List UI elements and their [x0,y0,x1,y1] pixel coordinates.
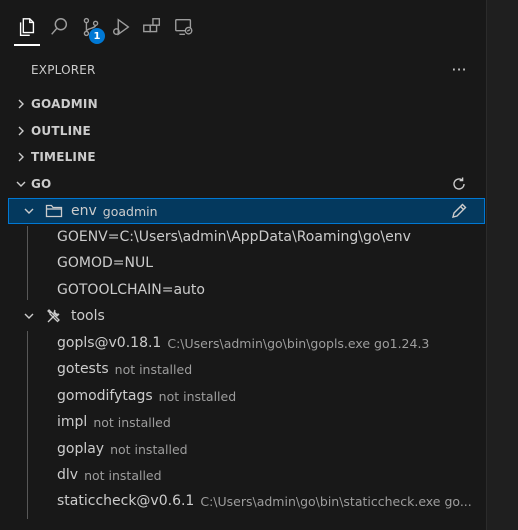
section-label: TIMELINE [31,150,96,164]
tool-name: gotests [57,361,109,377]
tool-item[interactable]: impl not installed [0,409,486,435]
env-item[interactable]: GOMOD=NUL [0,250,486,276]
tree-item-label: tools [71,308,105,324]
tree-item-description: goadmin [102,203,158,219]
extensions-icon[interactable] [139,14,165,40]
env-item[interactable]: GOTOOLCHAIN=auto [0,277,486,303]
tree-item-tools[interactable]: tools [0,303,486,329]
tree-item-label: env [71,203,97,219]
tool-name: dlv [57,467,79,483]
tool-description: not installed [84,467,162,483]
tool-description: not installed [158,388,237,404]
env-value: GOTOOLCHAIN=auto [57,282,205,298]
edit-icon[interactable] [448,200,470,222]
section-outline[interactable]: OUTLINE [0,119,486,143]
folder-icon [45,202,63,220]
section-goadmin[interactable]: GOADMIN [0,92,486,116]
more-actions-button[interactable]: ··· [448,58,470,80]
env-item[interactable]: GOENV=C:\Users\admin\AppData\Roaming\go\… [0,224,486,250]
section-label: GO [31,177,52,191]
tool-item[interactable]: dlv not installed [0,462,486,488]
tool-description: C:\Users\admin\go\bin\gopls.exe go1.24.3 [167,335,430,351]
files-icon[interactable] [14,14,40,40]
explorer-title: EXPLORER [31,63,96,77]
tool-description: not installed [114,361,193,377]
tool-item[interactable]: gomodifytags not installed [0,383,486,409]
tool-description: C:\Users\admin\go\bin\staticcheck.exe go… [200,493,472,509]
tree-item-env[interactable]: env goadmin [8,198,485,224]
source-control-badge: 1 [89,28,105,44]
chevron-right-icon [13,123,29,139]
run-debug-icon[interactable] [108,14,134,40]
tool-name: impl [57,414,88,430]
section-timeline[interactable]: TIMELINE [0,145,486,169]
tool-item[interactable]: staticcheck@v0.6.1 C:\Users\admin\go\bin… [0,488,486,514]
tool-description: not installed [110,441,188,457]
chevron-down-icon [13,176,29,192]
tools-icon [45,307,63,325]
env-value: GOMOD=NUL [57,255,153,271]
editor-area-edge [486,0,518,530]
tool-name: gomodifytags [57,388,153,404]
active-indicator [14,44,40,46]
search-icon[interactable] [46,14,72,40]
section-label: OUTLINE [31,124,91,138]
chevron-right-icon [13,96,29,112]
tool-description: not installed [93,414,171,430]
chevron-down-icon [21,308,37,324]
refresh-icon[interactable] [449,174,469,194]
tool-name: staticcheck@v0.6.1 [57,493,195,509]
activity-bar: 1 [0,0,486,52]
chevron-right-icon [13,149,29,165]
section-label: GOADMIN [31,97,98,111]
tool-name: goplay [57,441,105,457]
tool-item[interactable]: gopls@v0.18.1 C:\Users\admin\go\bin\gopl… [0,330,486,356]
chevron-down-icon [21,203,37,219]
env-value: GOENV=C:\Users\admin\AppData\Roaming\go\… [57,229,411,245]
remote-explorer-icon[interactable] [171,14,197,40]
tool-name: gopls@v0.18.1 [57,335,162,351]
sidebar-border [486,0,487,530]
section-go[interactable]: GO [0,172,486,196]
tool-item[interactable]: gotests not installed [0,356,486,382]
tool-item[interactable]: goplay not installed [0,436,486,462]
